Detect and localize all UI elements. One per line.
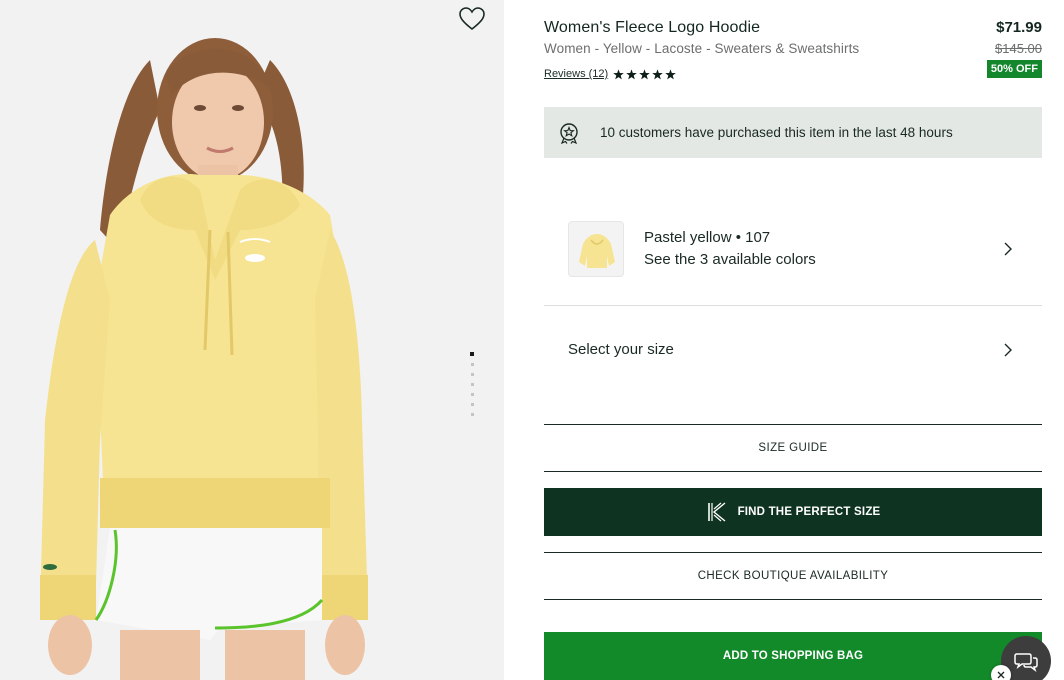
product-title: Women's Fleece Logo Hoodie [544,19,761,36]
reviews-row: Reviews (12) [544,68,676,80]
available-colors-text: See the 3 available colors [644,251,816,268]
product-gallery[interactable] [0,0,504,680]
find-perfect-size-label: FIND THE PERFECT SIZE [737,506,881,518]
purchase-notice: 10 customers have purchased this item in… [544,107,1042,158]
size-guide-label: SIZE GUIDE [758,442,828,454]
find-perfect-size-button[interactable]: FIND THE PERFECT SIZE [544,488,1042,536]
color-name: Pastel yellow • 107 [644,229,771,246]
star-icon [626,68,637,79]
current-price: $71.99 [996,19,1042,36]
chat-bubbles-icon [1014,653,1038,672]
gallery-dot[interactable] [470,413,474,416]
heart-icon[interactable] [458,6,486,32]
chevron-right-icon [1004,242,1012,256]
star-icon [639,68,650,79]
sizing-logo-icon [707,502,726,522]
close-icon [997,671,1005,679]
size-selector-label: Select your size [568,341,674,358]
gallery-pagination [469,352,475,416]
gallery-dot[interactable] [470,403,474,406]
color-selector[interactable]: Pastel yellow • 107 See the 3 available … [544,198,1042,306]
badge-star-icon [560,122,578,144]
original-price: $145.00 [995,41,1042,56]
check-boutique-button[interactable]: CHECK BOUTIQUE AVAILABILITY [544,552,1042,600]
size-guide-button[interactable]: SIZE GUIDE [544,424,1042,472]
gallery-dot[interactable] [470,383,474,386]
product-details: Women's Fleece Logo Hoodie Women - Yello… [544,0,1042,680]
product-breadcrumb: Women - Yellow - Lacoste - Sweaters & Sw… [544,41,860,56]
chat-close-button[interactable] [991,665,1011,680]
check-boutique-label: CHECK BOUTIQUE AVAILABILITY [697,570,889,582]
size-selector[interactable]: Select your size [544,307,1042,391]
gallery-dot[interactable] [470,363,474,366]
discount-badge: 50% OFF [986,60,1042,78]
star-icon [613,68,624,79]
product-photo [0,0,504,680]
gallery-dot[interactable] [470,373,474,376]
rating-stars [613,68,676,80]
color-swatch [568,221,624,277]
purchase-notice-text: 10 customers have purchased this item in… [600,125,953,140]
star-icon [652,68,663,79]
reviews-link[interactable]: Reviews (12) [544,68,608,80]
chevron-right-icon [1004,343,1012,357]
add-to-bag-label: ADD TO SHOPPING BAG [722,650,864,662]
star-icon [665,68,676,79]
gallery-dot[interactable] [470,393,474,396]
gallery-dot[interactable] [470,352,474,356]
add-to-bag-button[interactable]: ADD TO SHOPPING BAG [544,632,1042,680]
